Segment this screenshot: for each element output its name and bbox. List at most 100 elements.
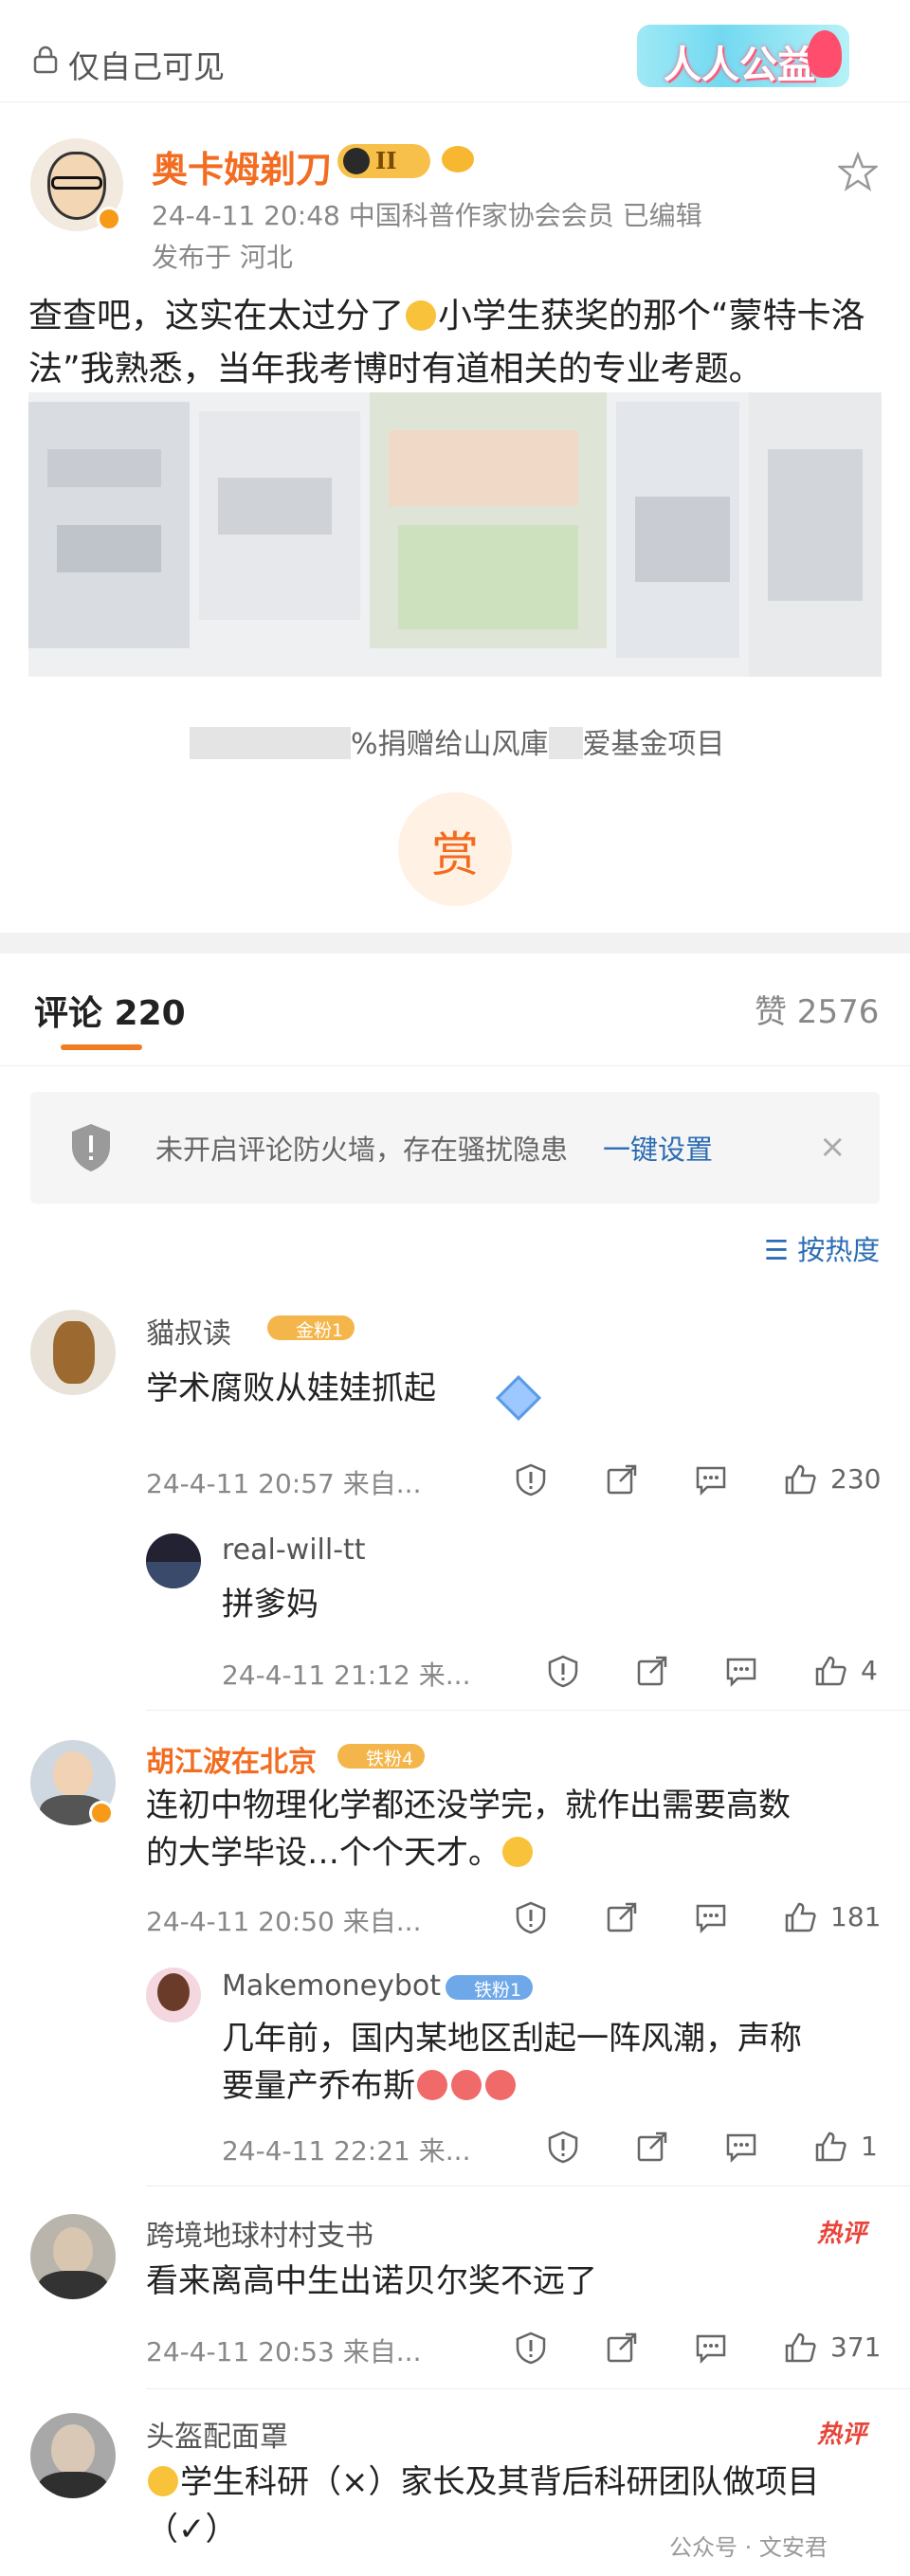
report-icon[interactable]	[546, 2130, 580, 2164]
reply-icon[interactable]	[724, 2130, 758, 2164]
star-icon[interactable]	[838, 152, 878, 191]
firewall-text: 未开启评论防火墙，存在骚扰隐患	[155, 1134, 569, 1166]
reply-icon[interactable]	[694, 2331, 728, 2365]
tab-active-indicator	[61, 1044, 142, 1050]
comment-author[interactable]: 头盔配面罩	[146, 2413, 288, 2455]
reply-avatar[interactable]	[146, 1533, 201, 1588]
verified-icon	[89, 1801, 114, 1825]
post-location: 发布于 河北	[152, 242, 293, 273]
tab-comments[interactable]: 评论 220	[34, 986, 186, 1035]
like-icon[interactable]	[813, 2130, 847, 2164]
like-icon[interactable]	[783, 2331, 817, 2365]
charity-mascot-icon	[808, 30, 842, 78]
comment-avatar[interactable]	[30, 2413, 116, 2498]
comment-author[interactable]: 跨境地球村村支书	[146, 2212, 373, 2254]
sort-icon: ☰	[764, 1234, 798, 1266]
comment-divider	[146, 1710, 910, 1711]
comment-time: 24-4-11 20:53 来自...	[146, 2336, 422, 2367]
share-icon[interactable]	[605, 1900, 639, 1934]
like-icon[interactable]	[813, 1654, 847, 1688]
reply-icon[interactable]	[724, 1654, 758, 1688]
share-icon[interactable]	[635, 2130, 669, 2164]
tabs-divider	[0, 1065, 910, 1066]
reply-author[interactable]: real-will-tt	[222, 1533, 366, 1567]
reply-time: 24-4-11 22:21 来...	[222, 2135, 471, 2167]
crown-icon	[343, 148, 370, 174]
share-icon[interactable]	[605, 1462, 639, 1497]
watermark: 公众号 · 文安君	[669, 2534, 828, 2561]
reply-avatar[interactable]	[146, 1968, 201, 2023]
reply-icon[interactable]	[694, 1900, 728, 1934]
comment-author[interactable]: 貓叔读	[146, 1310, 231, 1351]
like-icon[interactable]	[783, 1462, 817, 1497]
comment-text-line1: 学生科研（×）家长及其背后科研团队做项目	[146, 2458, 820, 2506]
comment-time: 24-4-11 20:57 来自...	[146, 1468, 422, 1499]
laugh-cry-emoji-icon	[406, 300, 437, 331]
diamond-icon	[495, 1374, 542, 1422]
reply-text-line1: 几年前，国内某地区刮起一阵风潮，声称	[222, 2020, 802, 2058]
report-icon[interactable]	[514, 1900, 548, 1934]
post-text-part1: 查查吧，这实在太过分了	[28, 297, 405, 336]
member-badge[interactable]: II	[337, 144, 430, 178]
section-divider	[0, 933, 910, 953]
reward-label: 赏	[431, 827, 479, 882]
avatar-glasses	[51, 176, 102, 190]
report-icon[interactable]	[546, 1654, 580, 1688]
fish-icon	[442, 146, 474, 172]
like-count: 181	[830, 1901, 882, 1932]
comment-text-line1-text: 学生科研（×）家长及其背后科研团队做项目	[180, 2463, 820, 2501]
comment-text: 看来离高中生出诺贝尔奖不远了	[146, 2262, 597, 2300]
sort-by-hot[interactable]: ☰ 按热度	[764, 1228, 880, 1268]
reply-time: 24-4-11 21:12 来...	[222, 1660, 471, 1691]
reply-author[interactable]: Makemoneybot	[222, 1969, 441, 2003]
visibility-label[interactable]: 仅自己可见	[68, 42, 225, 87]
post-body: 查查吧，这实在太过分了 小学生获奖的那个“蒙特卡洛法”我熟悉，当年我考博时有道相关…	[28, 290, 882, 396]
comment-firewall-banner: 未开启评论防火墙，存在骚扰隐患 一键设置 ×	[30, 1092, 880, 1204]
fan-badge: 金粉1	[267, 1315, 355, 1341]
verified-icon	[97, 207, 121, 231]
reply-icon[interactable]	[694, 1462, 728, 1497]
comment-avatar[interactable]	[30, 2214, 116, 2299]
like-icon[interactable]	[783, 1900, 817, 1934]
comment-avatar[interactable]	[30, 1310, 116, 1395]
laugh-cry-emoji-icon	[148, 2466, 178, 2496]
grin-emoji-icon	[502, 1837, 533, 1867]
charity-banner[interactable]: 人人公益	[637, 25, 849, 87]
comment-time: 24-4-11 20:50 来自...	[146, 1906, 422, 1937]
firewall-setup-link[interactable]: 一键设置	[603, 1128, 713, 1168]
report-icon[interactable]	[514, 2331, 548, 2365]
mosaic-block	[190, 727, 351, 759]
comment-text: 学术腐败从娃娃抓起	[146, 1370, 436, 1407]
comment-text-line1: 连初中物理化学都还没学完，就作出需要高数	[146, 1787, 791, 1824]
charity-logo-text: 人人公益	[664, 44, 815, 87]
like-count: 230	[830, 1463, 882, 1495]
like-count: 4	[861, 1655, 878, 1686]
comment-text-line2: （✓）	[146, 2511, 238, 2549]
top-bar: 仅自己可见 人人公益	[0, 0, 910, 102]
report-icon[interactable]	[514, 1462, 548, 1497]
author-name[interactable]: 奥卡姆剃刀	[152, 140, 332, 192]
comment-text-line2: 的大学毕设…个个天才。	[146, 1829, 535, 1877]
reply-text: 拼爹妈	[222, 1586, 318, 1624]
tab-likes[interactable]: 赞 2576	[755, 986, 879, 1032]
reply-text-line2-text: 要量产乔布斯	[222, 2067, 415, 2105]
comment-divider	[146, 2388, 910, 2389]
heart-eyes-emoji-icon	[417, 2070, 447, 2100]
post-image-pixelated[interactable]	[28, 392, 882, 677]
shield-icon	[72, 1124, 110, 1171]
close-icon[interactable]: ×	[819, 1128, 846, 1166]
like-count: 1	[861, 2131, 878, 2162]
comment-author[interactable]: 胡江波在北京	[146, 1738, 317, 1780]
hot-comment-tag: 热评	[817, 2421, 867, 2449]
fan-badge: 铁粉4	[337, 1744, 426, 1769]
caption-text: %捐赠给山风庫	[351, 728, 549, 761]
reply-text-line2: 要量产乔布斯	[222, 2062, 518, 2110]
heart-eyes-emoji-icon	[451, 2070, 482, 2100]
share-icon[interactable]	[635, 1654, 669, 1688]
share-icon[interactable]	[605, 2331, 639, 2365]
comment-text-line2-text: 的大学毕设…个个天才。	[146, 1834, 500, 1872]
mosaic-block-small	[548, 727, 583, 759]
reward-button[interactable]: 赏	[398, 792, 512, 906]
heart-eyes-emoji-icon	[485, 2070, 516, 2100]
image-caption: %捐赠给山风庫 爱基金项目	[190, 720, 725, 762]
